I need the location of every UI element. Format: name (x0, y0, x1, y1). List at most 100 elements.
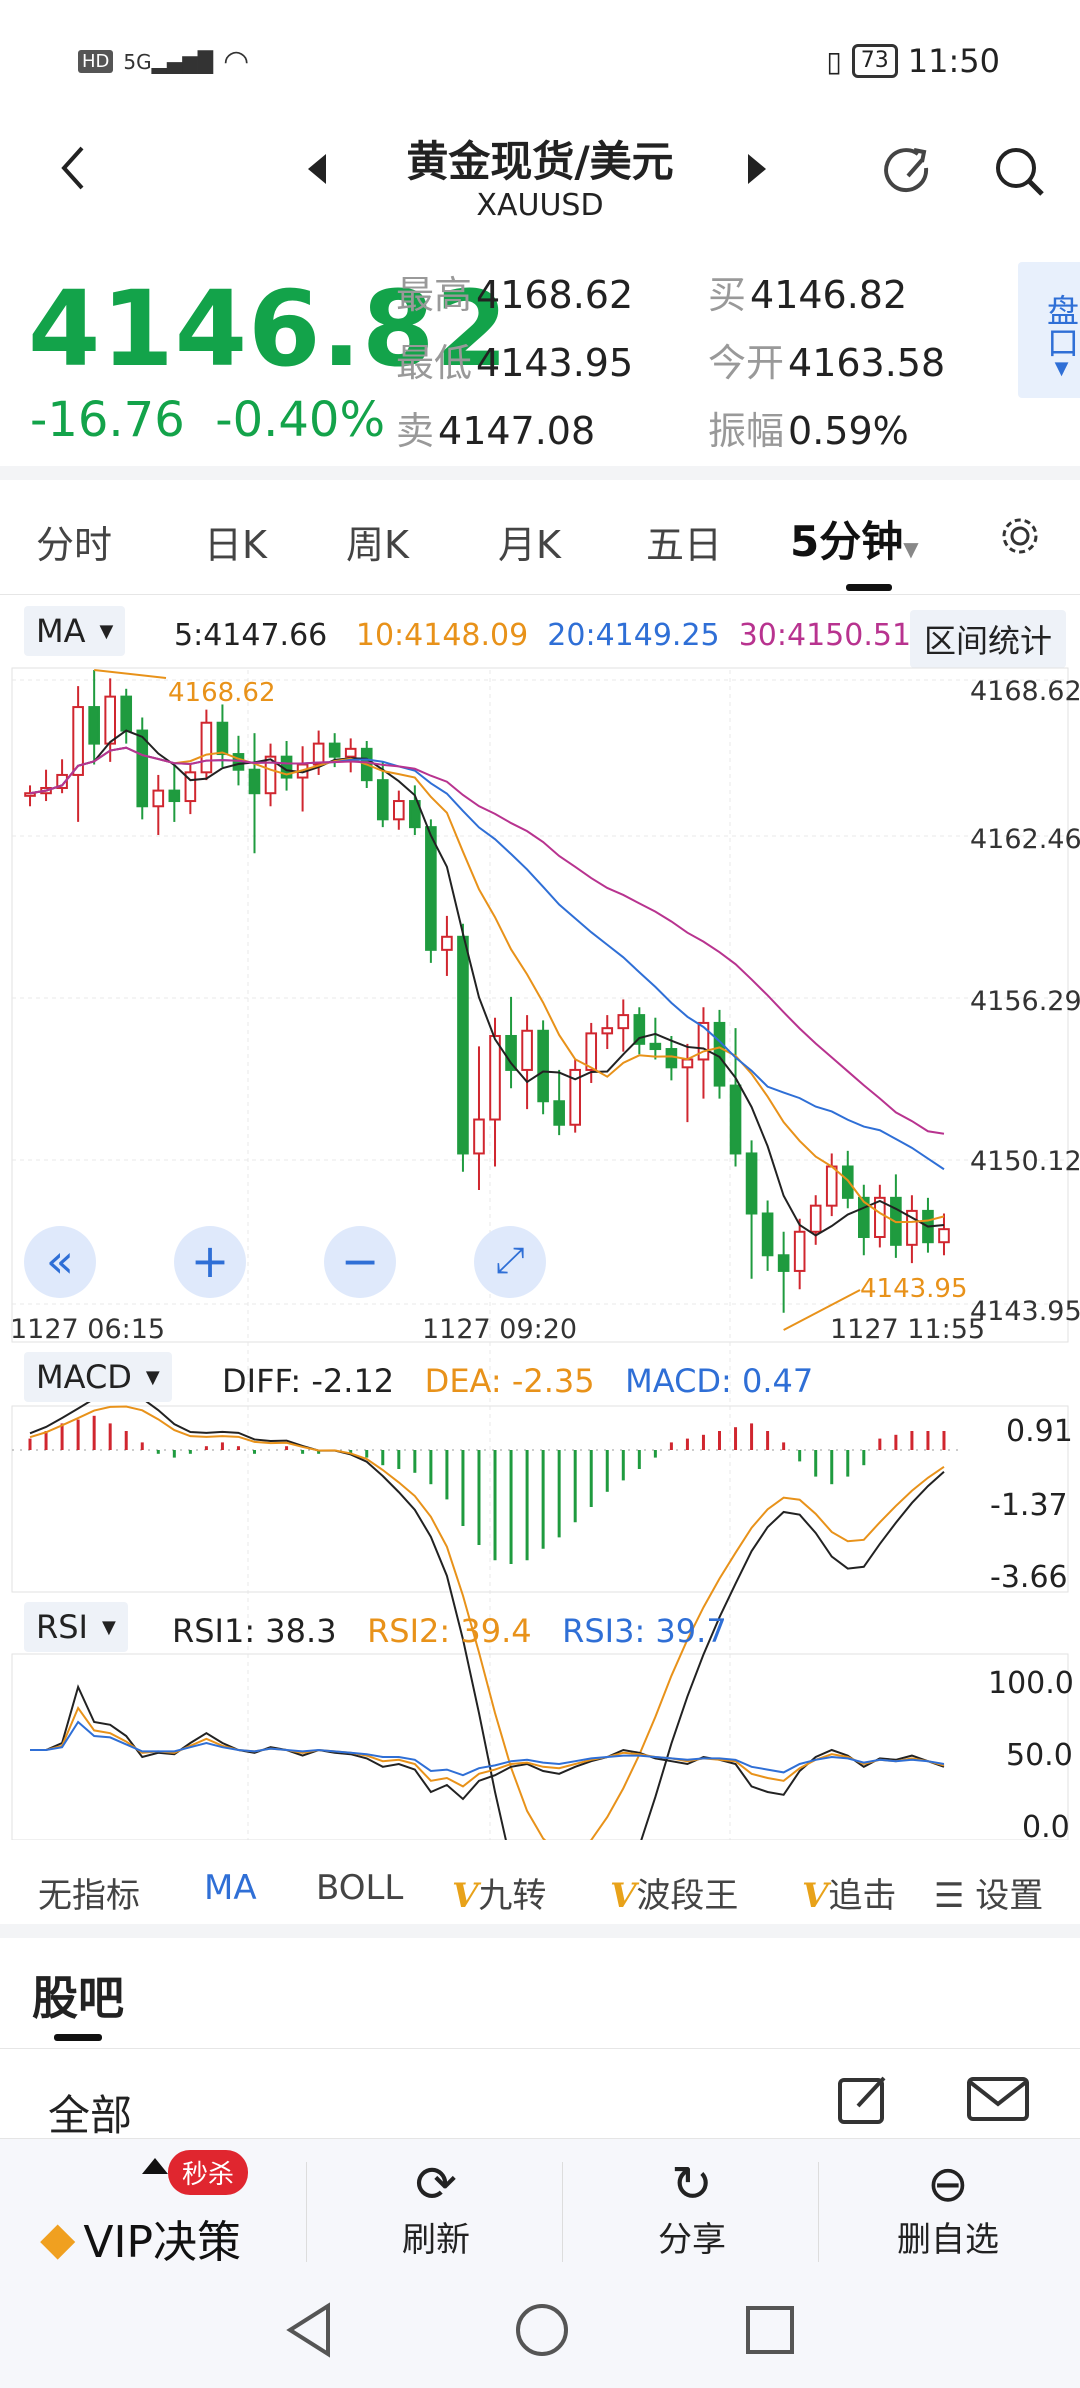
candle-body (938, 1228, 950, 1244)
caret-up-icon (142, 2158, 168, 2174)
message-button[interactable] (966, 2076, 1030, 2128)
rsi-axis-label: 0.0 (1022, 1810, 1070, 1845)
candle-body (489, 1034, 501, 1121)
indicator-settings-button[interactable]: ☰ 设置 (928, 1868, 1044, 1917)
macd-panel-border (11, 1405, 1069, 1593)
macd-selector[interactable]: MACD ▼ (24, 1352, 172, 1402)
candle-body (665, 1048, 678, 1069)
minus-icon: − (340, 1234, 380, 1288)
nav-divider (562, 2162, 563, 2262)
candle-body (200, 721, 213, 774)
price-axis-label: 4156.29 (970, 986, 1080, 1017)
candle-body (328, 742, 341, 758)
ma10-line (29, 746, 945, 1224)
nav-divider (306, 2162, 307, 2262)
price-axis-label: 4168.62 (970, 676, 1080, 707)
write-post-button[interactable] (836, 2072, 892, 2132)
candle-body (521, 1029, 533, 1071)
price-axis-label: 4143.95 (970, 1296, 1080, 1327)
candle-body (729, 1084, 742, 1155)
square-recents-icon (746, 2306, 794, 2354)
kline-chart[interactable] (0, 0, 1080, 1840)
double-chevron-left-icon: « (45, 1234, 75, 1288)
indicator-tab-zhuiji[interactable]: V追击 (802, 1868, 932, 1917)
candle-body (793, 1230, 806, 1272)
candle-body (457, 935, 469, 1155)
candle-body (393, 800, 405, 821)
candle-body (248, 768, 261, 795)
candle-body (168, 789, 181, 803)
candle-body (425, 826, 437, 951)
candle-body (120, 695, 133, 732)
nav-recents-button[interactable] (744, 2304, 796, 2360)
ma30-line (29, 746, 945, 1135)
candle-body (88, 706, 100, 745)
zoom-in-button[interactable]: + (174, 1226, 246, 1298)
high-marker-label: 4168.62 (168, 678, 276, 708)
candle-body (761, 1212, 774, 1257)
candle-body (505, 1034, 517, 1071)
rsi-selector[interactable]: RSI ▼ (24, 1602, 128, 1652)
candle-body (104, 695, 116, 745)
mail-icon (967, 2077, 1029, 2121)
candle-body (681, 1058, 694, 1069)
triangle-back-icon (286, 2302, 330, 2358)
candle-body (312, 742, 325, 766)
caret-down-icon: ▼ (145, 1366, 160, 1388)
scroll-left-button[interactable]: « (24, 1226, 96, 1298)
candle-body (585, 1032, 598, 1071)
macd-values: DIFF: -2.12 DEA: -2.35 MACD: 0.47 (222, 1362, 814, 1400)
candle-body (376, 779, 389, 821)
candle-body (633, 1014, 646, 1045)
refresh-icon: ⟳ (415, 2155, 457, 2213)
fullscreen-button[interactable]: ⤢ (474, 1226, 546, 1298)
nav-home-button[interactable] (514, 2302, 570, 2362)
share-nav-button[interactable]: ↻ 分享 (612, 2156, 772, 2261)
flash-sale-badge: 秒杀 (168, 2150, 249, 2195)
remove-watchlist-button[interactable]: ⊖ 删自选 (868, 2156, 1028, 2261)
high-marker-line (94, 669, 167, 679)
nav-back-button[interactable] (284, 2302, 334, 2362)
refresh-button[interactable]: ⟳ 刷新 (356, 2156, 516, 2261)
macd-axis-label: -3.66 (990, 1560, 1068, 1595)
rsi2-line (30, 1705, 945, 1788)
candle-body (344, 747, 357, 758)
candle-body (649, 1042, 662, 1051)
candle-body (745, 1152, 758, 1215)
nav-divider (818, 2162, 819, 2262)
edit-icon (838, 2076, 886, 2124)
diamond-icon: ◆ (40, 2211, 76, 2265)
guba-underline (54, 2034, 102, 2041)
indicator-tab-boll[interactable]: BOLL (316, 1868, 403, 1908)
candle-body (216, 721, 229, 756)
time-axis-label: 1127 09:20 (422, 1314, 578, 1345)
indicator-tab-boduan[interactable]: V波段王 (610, 1868, 738, 1917)
candle-body (777, 1254, 790, 1272)
candle-body (617, 1014, 630, 1030)
guba-title: 股吧 (32, 1971, 124, 2025)
rsi-axis-label: 100.0 (988, 1666, 1074, 1701)
candle-body (136, 729, 149, 808)
plus-icon: + (190, 1234, 230, 1288)
candle-body (825, 1165, 838, 1207)
zoom-out-button[interactable]: − (324, 1226, 396, 1298)
rsi-panel-border (11, 1653, 1069, 1840)
candle-body (601, 1027, 614, 1035)
macd-axis-label: 0.91 (1006, 1414, 1073, 1449)
vip-decision-button[interactable]: ◆ VIP决策 (40, 2206, 241, 2270)
macd-axis-label: -1.37 (990, 1488, 1068, 1523)
candle-body (441, 935, 453, 951)
candle-body (841, 1165, 854, 1199)
candle-body (473, 1118, 485, 1155)
vip-expand-arrow (140, 2156, 170, 2180)
indicator-tab-none[interactable]: 无指标 (38, 1868, 140, 1917)
indicator-tab-ma[interactable]: MA (204, 1868, 257, 1908)
candle-body (553, 1100, 565, 1126)
caret-down-icon: ▼ (101, 1616, 116, 1638)
section-divider (0, 1924, 1080, 1938)
minus-circle-icon: ⊖ (927, 2155, 969, 2213)
guba-all-tab[interactable]: 全部 (48, 2082, 132, 2143)
share-icon: ↻ (671, 2155, 713, 2213)
indicator-tab-jiuzhuan[interactable]: V九转 (452, 1868, 546, 1917)
candle-body (152, 789, 165, 808)
